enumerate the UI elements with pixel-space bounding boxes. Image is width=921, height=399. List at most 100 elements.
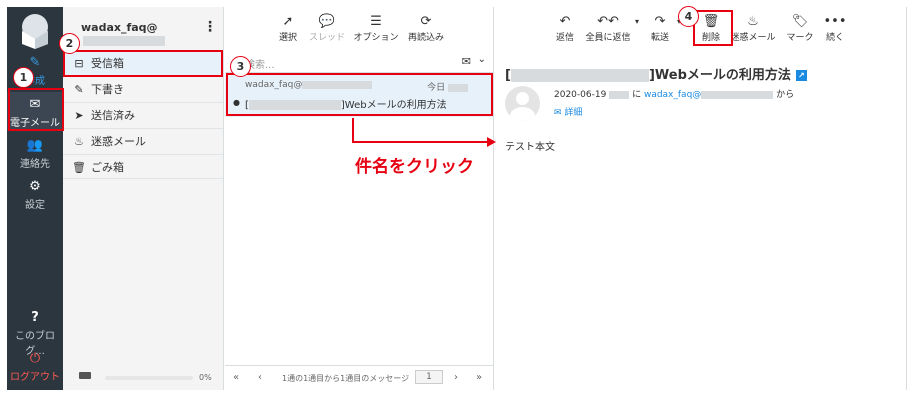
options-button[interactable]: ☰ オプション	[352, 14, 400, 43]
nav-contacts[interactable]: 👥 連絡先	[7, 139, 63, 173]
envelope-icon[interactable]: ✉	[462, 55, 471, 68]
first-page-icon[interactable]: «	[233, 372, 239, 383]
annotation-callout: 件名をクリック	[355, 157, 474, 177]
next-page-icon[interactable]: ›	[454, 372, 458, 383]
main-navigation: ✎ 作成 ✉ 電子メール 👥 連絡先 ⚙ 設定 ? このブログ... ⏻ ログア…	[7, 7, 63, 390]
forward-button[interactable]: ↷ 転送	[648, 14, 672, 43]
annotation-box-2	[63, 50, 223, 77]
reply-all-label: 全員に返信	[585, 33, 631, 43]
folder-junk-label: 迷惑メール	[91, 135, 146, 148]
annotation-arrow-line	[352, 141, 488, 143]
folder-trash-label: ごみ箱	[91, 161, 124, 174]
spam-label: 迷惑メール	[730, 33, 776, 43]
annotation-badge-4: 4	[678, 6, 699, 27]
sender-link[interactable]: wadax_faq@	[644, 90, 774, 100]
header-ni: に	[632, 90, 642, 100]
reply-icon: ↶	[559, 14, 571, 29]
quota-bar	[105, 376, 193, 380]
message-date: 2020-06-19	[554, 90, 607, 100]
gear-icon: ⚙	[29, 179, 41, 194]
nav-about[interactable]: ? このブログ...	[7, 311, 63, 358]
select-button[interactable]: ➚ 選択	[275, 14, 301, 43]
account-name: wadax_faq@	[81, 21, 223, 47]
power-icon: ⏻	[29, 351, 41, 366]
redacted-title-prefix	[510, 69, 649, 82]
page-number-input[interactable]: 1	[415, 370, 443, 384]
search-bar[interactable]: 検索... ✉ ⌄	[225, 51, 493, 73]
annotation-arrow-head	[487, 137, 496, 147]
thread-label: スレッド	[308, 33, 345, 43]
folder-drafts[interactable]: ✎ 下書き	[63, 76, 223, 101]
reply-all-dropdown[interactable]: ▾	[633, 17, 641, 26]
refresh-icon: ⟳	[420, 14, 432, 29]
avatar	[505, 86, 540, 121]
contacts-icon: 👥	[26, 138, 44, 153]
nav-logout[interactable]: ⏻ ログアウト	[7, 352, 63, 386]
folder-drafts-label: 下書き	[91, 83, 124, 96]
more-label: 続く	[825, 33, 844, 43]
details-link[interactable]: ✉ 詳細	[554, 105, 582, 118]
prev-page-icon[interactable]: ‹	[258, 372, 262, 383]
nav-logout-label: ログアウト	[10, 372, 60, 383]
redacted-domain	[701, 90, 774, 99]
tag-icon: 🏷	[791, 14, 809, 29]
message-header-line: 2020-06-19 に wadax_faq@ から	[554, 87, 794, 100]
annotation-badge-1: 1	[13, 67, 34, 88]
select-label: 選択	[278, 33, 297, 43]
reply-label: 返信	[555, 33, 574, 43]
chevron-down-icon[interactable]: ⌄	[478, 54, 486, 65]
fire-icon: ♨	[747, 14, 759, 29]
thread-button[interactable]: 💬 スレッド	[307, 14, 347, 43]
pencil-icon: ✎	[74, 83, 84, 96]
compose-icon: ✎	[29, 55, 41, 70]
refresh-button[interactable]: ⟳ 再読込み	[404, 14, 448, 43]
annotation-box-1	[8, 88, 64, 131]
refresh-label: 再読込み	[407, 33, 444, 43]
message-list-pane: ➚ 選択 💬 スレッド ☰ オプション ⟳ 再読込み 検索... ✉ ⌄ wad…	[225, 7, 494, 390]
fire-icon: ♨	[74, 135, 84, 148]
roundcube-logo	[22, 14, 48, 49]
account-menu-icon[interactable]: ⋮	[203, 19, 217, 35]
nav-settings[interactable]: ⚙ 設定	[7, 180, 63, 214]
trash-icon: 🗑	[72, 161, 86, 174]
nav-contacts-label: 連絡先	[20, 159, 50, 170]
spam-button[interactable]: ♨ 迷惑メール	[728, 14, 778, 43]
folder-junk[interactable]: ♨ 迷惑メール	[63, 128, 223, 153]
annotation-box-3	[226, 73, 493, 116]
sliders-icon: ☰	[370, 14, 382, 29]
annotation-badge-2: 2	[59, 33, 80, 54]
reply-button[interactable]: ↶ 返信	[553, 14, 577, 43]
folder-sent-label: 送信済み	[91, 109, 135, 122]
more-dots-icon: •••	[823, 14, 847, 29]
reading-pane: ↶ 返信 ↶↶ 全員に返信 ▾ ↷ 転送 ▾ 🗑 削除 ♨ 迷惑メール 🏷 マー…	[495, 7, 907, 390]
options-label: オプション	[353, 33, 399, 43]
header-kara: から	[776, 90, 795, 100]
envelope-icon: ✉	[554, 108, 562, 118]
external-link-icon[interactable]: ↗	[795, 70, 807, 81]
redacted-domain	[83, 36, 165, 46]
annotation-box-4	[693, 10, 733, 46]
details-label: 詳細	[564, 108, 583, 118]
more-button[interactable]: ••• 続く	[821, 14, 849, 43]
paper-plane-icon: ➤	[74, 109, 84, 122]
mark-button[interactable]: 🏷 マーク	[783, 14, 817, 43]
folder-sent[interactable]: ➤ 送信済み	[63, 102, 223, 127]
cursor-icon: ➚	[282, 14, 294, 29]
forward-label: 転送	[650, 33, 669, 43]
message-title: []Webメールの利用方法 ↗	[505, 64, 807, 83]
reply-all-icon: ↶↶	[597, 14, 619, 29]
drive-icon	[79, 372, 91, 379]
message-body: テスト本文	[505, 142, 555, 153]
folder-trash[interactable]: 🗑 ごみ箱	[63, 154, 223, 179]
annotation-arrow	[352, 118, 354, 142]
speech-bubbles-icon: 💬	[318, 14, 336, 29]
reply-all-button[interactable]: ↶↶ 全員に返信	[583, 14, 633, 43]
nav-settings-label: 設定	[25, 200, 45, 211]
quota-percent: 0%	[199, 373, 212, 382]
redacted-time	[609, 90, 630, 99]
last-page-icon[interactable]: »	[476, 372, 482, 383]
pagination-info: 1通の1通目から1通目のメッセージ	[282, 374, 410, 383]
forward-icon: ↷	[654, 14, 666, 29]
mark-label: マーク	[786, 33, 814, 43]
pagination: « ‹ 1通の1通目から1通目のメッセージ 1 › »	[225, 365, 493, 390]
